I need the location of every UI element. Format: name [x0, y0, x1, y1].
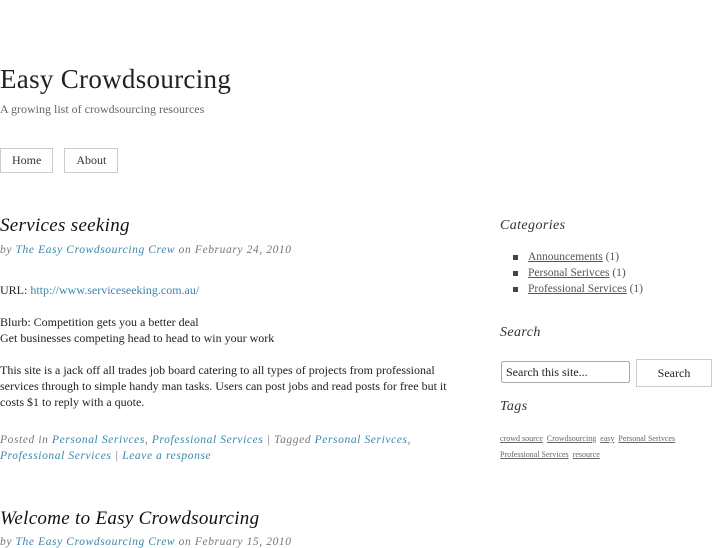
tag-link[interactable]: crowd source	[500, 434, 543, 443]
tags-widget: Tags crowd source Crowdsourcing easy Per…	[500, 399, 720, 463]
search-input[interactable]	[501, 361, 630, 383]
tag-link[interactable]: Professional Services	[500, 450, 569, 459]
post-content: URL: http://www.serviceseeking.com.au/ B…	[0, 282, 470, 426]
category-link[interactable]: Professional Services	[152, 434, 264, 446]
tag-link[interactable]: Professional Services	[0, 450, 112, 462]
search-form: Search	[500, 359, 720, 389]
tags-title: Tags	[500, 399, 528, 414]
leave-response-link[interactable]: Leave a response	[122, 450, 211, 462]
author-link[interactable]: The Easy Crowdsourcing Crew	[16, 536, 176, 548]
post-url-link[interactable]: http://www.serviceseeking.com.au/	[30, 283, 199, 297]
category-item: Announcements (1)	[513, 249, 720, 265]
category-link[interactable]: Announcements	[528, 251, 603, 263]
nav-home[interactable]: Home	[0, 148, 54, 173]
category-link[interactable]: Personal Serivces	[528, 267, 609, 279]
post-meta: by The Easy Crowdsourcing Crew on Februa…	[0, 244, 292, 256]
site-title[interactable]: Easy Crowdsourcing	[0, 64, 231, 95]
category-item: Personal Serivces (1)	[513, 265, 720, 281]
nav-about[interactable]: About	[64, 148, 119, 173]
tag-link[interactable]: Personal Serivces	[315, 434, 408, 446]
categories-widget: Categories Announcements (1) Personal Se…	[500, 218, 720, 297]
tag-link[interactable]: Personal Serivces	[618, 434, 675, 443]
category-link[interactable]: Professional Services	[528, 283, 627, 295]
post-date: February 24, 2010	[194, 244, 292, 256]
categories-title: Categories	[500, 218, 566, 233]
tag-link[interactable]: resource	[573, 450, 600, 459]
main-nav: Home About	[0, 148, 119, 173]
search-title: Search	[500, 325, 541, 340]
post-title[interactable]: Welcome to Easy Crowdsourcing	[0, 508, 259, 530]
category-item: Professional Services (1)	[513, 281, 720, 297]
post-meta: by The Easy Crowdsourcing Crew on Februa…	[0, 536, 292, 548]
post-title[interactable]: Services seeking	[0, 215, 130, 237]
post-footer-meta: Posted in Personal Serivces, Professiona…	[0, 434, 412, 462]
post-date: February 15, 2010	[194, 536, 292, 548]
search-button[interactable]: Search	[636, 359, 712, 387]
post-body: This site is a jack off all trades job b…	[0, 363, 447, 409]
tag-link[interactable]: easy	[600, 434, 614, 443]
search-widget: Search	[500, 325, 720, 341]
site-description: A growing list of crowdsourcing resource…	[0, 102, 205, 116]
category-link[interactable]: Personal Serivces	[52, 434, 145, 446]
tag-link[interactable]: Crowdsourcing	[547, 434, 596, 443]
author-link[interactable]: The Easy Crowdsourcing Crew	[16, 244, 176, 256]
